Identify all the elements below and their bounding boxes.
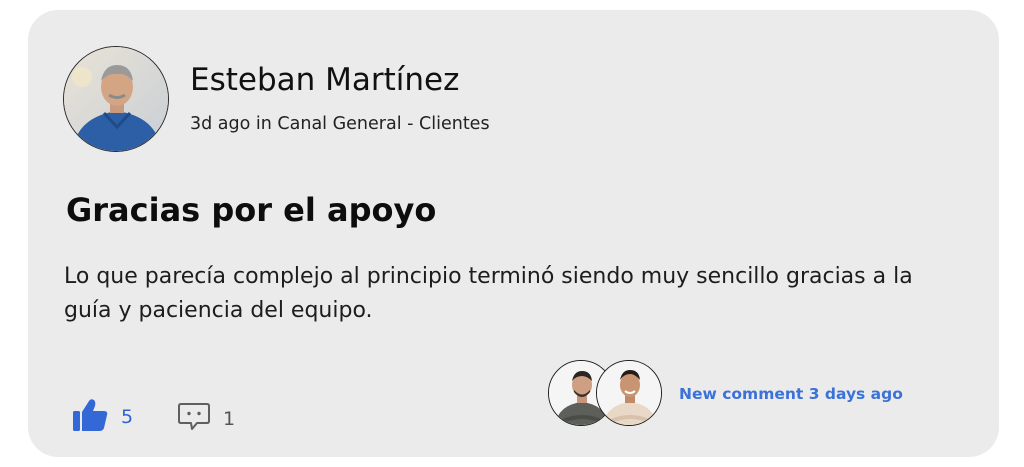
post-meta: 3d ago in Canal General - Clientes: [190, 114, 490, 134]
author-name[interactable]: Esteban Martínez: [190, 62, 459, 98]
post-card: Esteban Martínez 3d ago in Canal General…: [28, 10, 999, 457]
comment-button[interactable]: 1: [178, 402, 236, 436]
thumbs-up-icon: [72, 398, 108, 436]
post-title: Gracias por el apoyo: [66, 191, 437, 229]
author-avatar-image: [64, 47, 168, 151]
commenter-avatar-2[interactable]: [596, 360, 662, 426]
post-body: Lo que parecía complejo al principio ter…: [64, 264, 913, 323]
commenter-avatar-2-image: [597, 361, 661, 425]
new-comment-link[interactable]: New comment 3 days ago: [679, 385, 903, 403]
author-avatar[interactable]: [63, 46, 169, 152]
recent-commenters[interactable]: [548, 360, 664, 428]
comment-bubble-icon: [178, 402, 210, 436]
like-count: 5: [121, 406, 134, 428]
like-button[interactable]: 5: [72, 398, 134, 436]
comment-count: 1: [223, 408, 236, 430]
